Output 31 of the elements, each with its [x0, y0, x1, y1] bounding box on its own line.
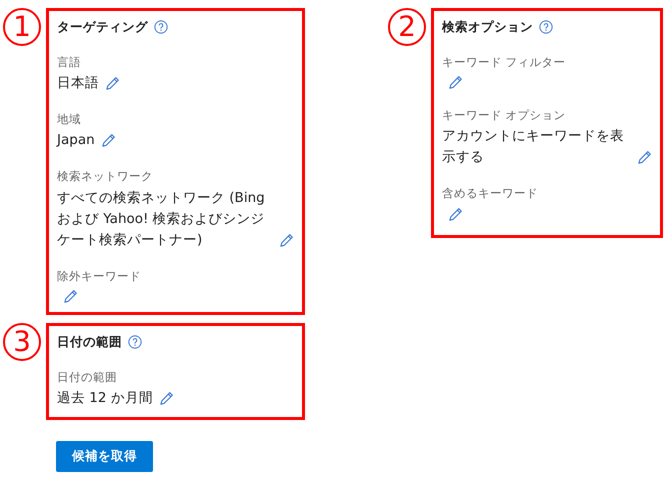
callout-number: 2 — [388, 8, 426, 46]
help-icon[interactable] — [154, 20, 168, 34]
field-label: キーワード フィルター — [442, 54, 567, 71]
help-icon[interactable] — [539, 20, 553, 34]
edit-pencil-icon[interactable] — [637, 150, 652, 166]
field-label: 言語 — [57, 54, 82, 71]
field-label: 地域 — [57, 111, 82, 128]
section-title: 検索オプション — [442, 18, 533, 36]
edit-pencil-icon[interactable] — [100, 133, 116, 148]
section-title: 日付の範囲 — [57, 332, 122, 351]
field-label: 含めるキーワード — [442, 185, 539, 202]
field-value: すべての検索ネットワーク (Bing および Yahoo! 検索およびシンジケート検索パートナー) — [57, 188, 266, 250]
help-icon[interactable] — [128, 335, 142, 350]
field-label: キーワード オプション — [442, 107, 567, 124]
edit-pencil-icon[interactable] — [279, 232, 294, 248]
callout-number: 3 — [3, 322, 41, 361]
field-label: 除外キーワード — [57, 268, 142, 284]
edit-pencil-icon[interactable] — [158, 390, 174, 406]
edit-pencil-icon[interactable] — [448, 75, 463, 90]
edit-pencil-icon[interactable] — [63, 288, 78, 304]
field-label: 日付の範囲 — [57, 368, 118, 386]
field-label: 検索ネットワーク — [57, 168, 154, 186]
edit-pencil-icon[interactable] — [448, 206, 463, 222]
field-value: Japan — [57, 131, 95, 150]
get-suggestions-button[interactable]: 候補を取得 — [56, 440, 153, 472]
field-value: 日本語 — [57, 74, 99, 93]
field-value: アカウントにキーワードを表示する — [442, 127, 625, 168]
edit-pencil-icon[interactable] — [105, 76, 120, 91]
field-value: 過去 12 か月間 — [57, 388, 153, 408]
callout-number: 1 — [3, 8, 41, 46]
section-title: ターゲティング — [57, 18, 148, 36]
